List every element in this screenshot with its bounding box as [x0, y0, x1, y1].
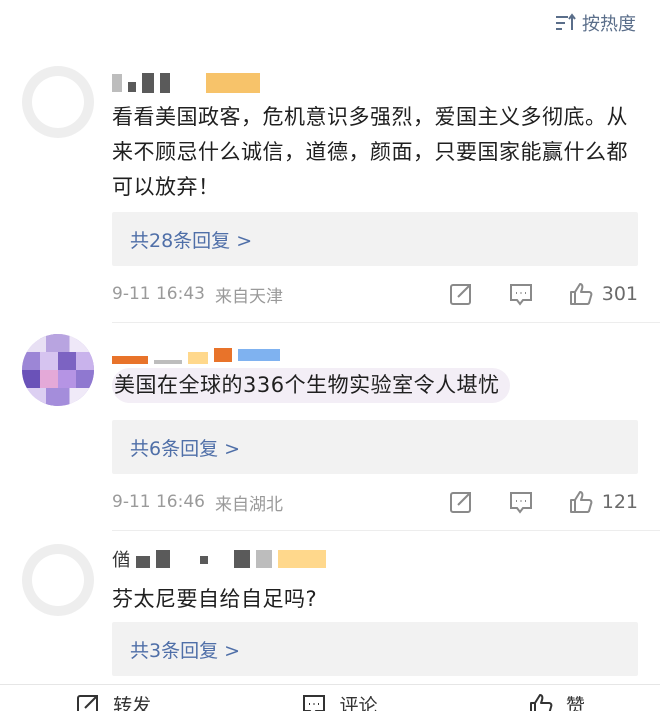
comment-text: 美国在全球的336个生物实验室令人堪忧 — [112, 368, 510, 403]
username-pixelated[interactable] — [112, 344, 280, 366]
repost-button[interactable]: 转发 — [75, 691, 151, 711]
bottom-action-bar: 转发 评论 赞 — [0, 684, 660, 711]
divider — [112, 322, 660, 323]
comment-icon — [303, 694, 326, 711]
share-icon[interactable] — [448, 489, 474, 515]
location: 来自湖北 — [214, 494, 283, 515]
reply-count-label: 共3条回复 > — [130, 639, 241, 662]
username-prefix: 偤 — [112, 550, 130, 571]
like-label: 赞 — [565, 695, 585, 711]
thumbs-up-icon — [569, 283, 593, 305]
reply-count-link[interactable]: 共6条回复 > — [112, 420, 638, 474]
location: 来自天津 — [214, 286, 283, 307]
comment-icon[interactable] — [508, 281, 534, 307]
comment-icon[interactable] — [508, 489, 534, 515]
repost-label: 转发 — [113, 695, 152, 711]
comment-text: 看看美国政客，危机意识多强烈，爱国主义多彻底。从来不顾忌什么诚信，道德，颜面，只… — [112, 105, 628, 199]
like-count: 301 — [601, 283, 638, 305]
reply-count-link[interactable]: 共3条回复 > — [112, 622, 638, 676]
like-bottom-button[interactable]: 赞 — [528, 691, 585, 711]
reply-count-link[interactable]: 共28条回复 > — [112, 212, 638, 266]
thumbs-up-icon — [569, 491, 593, 513]
avatar[interactable] — [22, 66, 94, 138]
comment-text: 芬太尼要自给自足吗? — [112, 587, 318, 611]
avatar[interactable] — [22, 334, 94, 406]
reply-count-label: 共28条回复 > — [130, 229, 253, 252]
username[interactable]: 偤 — [112, 548, 326, 571]
divider — [112, 530, 660, 531]
comment-button[interactable]: 评论 — [301, 691, 378, 711]
sort-label: 按热度 — [582, 14, 636, 35]
timestamp: 9-11 16:46 — [112, 492, 205, 512]
avatar[interactable] — [22, 544, 94, 616]
share-icon — [77, 694, 99, 711]
comment-label: 评论 — [339, 695, 378, 711]
like-count: 121 — [601, 491, 638, 513]
comment-meta: 9-11 16:46 来自湖北 121 — [112, 487, 638, 517]
username-pixelated[interactable] — [112, 72, 260, 94]
comment-meta: 9-11 16:43 来自天津 301 — [112, 279, 638, 309]
sort-icon — [556, 13, 576, 30]
thumbs-up-icon — [529, 693, 553, 711]
timestamp: 9-11 16:43 — [112, 284, 205, 304]
reply-count-label: 共6条回复 > — [130, 437, 241, 460]
like-button[interactable]: 301 — [568, 281, 638, 307]
share-icon[interactable] — [448, 281, 474, 307]
sort-by-heat-button[interactable]: 按热度 — [554, 10, 636, 36]
like-button[interactable]: 121 — [568, 489, 638, 515]
